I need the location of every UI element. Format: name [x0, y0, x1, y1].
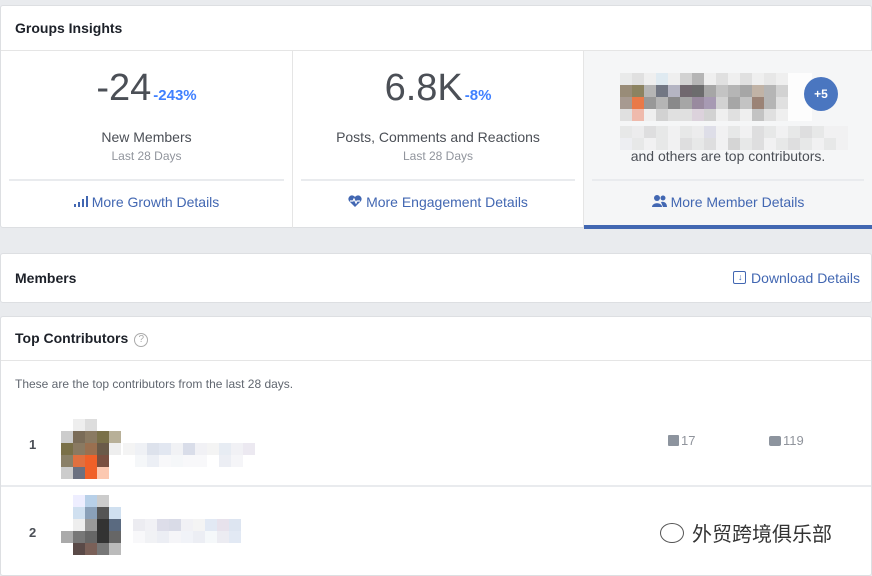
insights-title: Groups Insights — [1, 6, 871, 51]
heart-pulse-icon — [348, 194, 362, 210]
divider — [592, 179, 864, 181]
new-members-label: New Members — [101, 129, 192, 145]
posts-value: 17 — [681, 433, 696, 448]
more-count: +5 — [814, 87, 828, 101]
wechat-icon — [660, 522, 684, 543]
help-icon[interactable]: ? — [134, 333, 149, 347]
divider — [9, 179, 284, 181]
comment-icon — [769, 436, 781, 446]
new-members-value: -24 — [96, 67, 152, 109]
comments-value: 119 — [783, 433, 804, 448]
members-card: Members ↓ Download Details — [0, 253, 872, 303]
comments-count: 119 — [769, 433, 804, 448]
contributor-row[interactable]: 1 17 119 — [1, 409, 871, 487]
top-contributors-text: and others are top contributors. — [630, 148, 826, 164]
avatar — [61, 495, 121, 555]
watermark-text: 外贸跨境俱乐部 — [692, 524, 832, 546]
blurred-name — [123, 443, 255, 467]
period-label: Last 28 Days — [111, 149, 182, 163]
top-contributors-title: Top Contributors — [15, 330, 129, 346]
download-icon: ↓ — [733, 271, 747, 284]
watermark: 外贸跨境俱乐部 — [660, 518, 832, 547]
member-panel: +5 and others are top contributors. More… — [583, 51, 872, 229]
rank: 1 — [29, 437, 37, 452]
engagement-label: Posts, Comments and Reactions — [336, 129, 540, 145]
more-member-details-link[interactable]: More Member Details — [584, 194, 872, 210]
growth-panel: -24 -243% New Members Last 28 Days More G… — [1, 51, 292, 228]
link-label: More Engagement Details — [366, 194, 528, 210]
download-details-button[interactable]: ↓ Download Details — [733, 270, 860, 286]
engagement-panel: 6.8K -8% Posts, Comments and Reactions La… — [292, 51, 583, 228]
more-growth-details-link[interactable]: More Growth Details — [1, 194, 292, 210]
link-label: More Member Details — [670, 194, 805, 210]
more-engagement-details-link[interactable]: More Engagement Details — [293, 194, 583, 210]
contributor-avatars: +5 — [620, 73, 838, 121]
bar-chart-icon — [73, 194, 88, 210]
blurred-avatars — [620, 73, 812, 121]
link-label: More Growth Details — [91, 194, 220, 210]
people-icon — [651, 194, 667, 210]
download-label: Download Details — [751, 270, 860, 286]
new-members-change: -243% — [153, 87, 197, 104]
posts-count: 17 — [668, 433, 695, 448]
contributors-description: These are the top contributors from the … — [15, 377, 294, 391]
active-tab-indicator — [584, 225, 872, 229]
divider — [301, 179, 575, 181]
members-title: Members — [15, 270, 77, 286]
engagement-change: -8% — [464, 87, 492, 104]
post-icon — [668, 435, 679, 446]
more-contributors-badge[interactable]: +5 — [804, 77, 838, 111]
blurred-names — [620, 126, 848, 150]
rank: 2 — [29, 525, 37, 540]
avatar — [61, 419, 121, 479]
blurred-name — [133, 519, 253, 543]
groups-insights-card: Groups Insights -24 -243% New Members Las… — [0, 5, 872, 229]
period-label: Last 28 Days — [402, 149, 474, 163]
engagement-value: 6.8K — [384, 67, 463, 109]
